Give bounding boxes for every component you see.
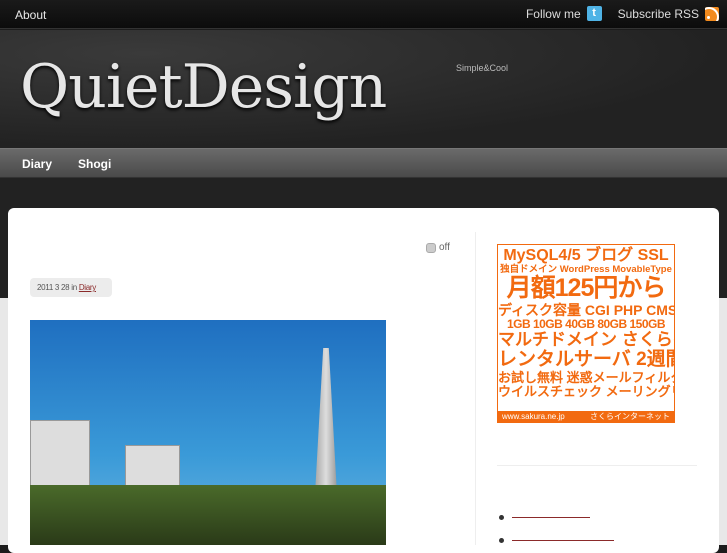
list-link[interactable] — [512, 540, 614, 541]
toggle-label: off — [439, 242, 450, 253]
twitter-icon[interactable]: t — [586, 6, 602, 21]
bullet-icon — [499, 515, 504, 520]
post-photo[interactable] — [30, 320, 386, 545]
post-in: in — [71, 283, 77, 292]
list-item[interactable] — [499, 515, 590, 520]
post-date: 2011 3 28 — [37, 283, 70, 292]
trees — [30, 485, 386, 545]
post-meta: 2011 3 28 in Diary — [30, 278, 112, 297]
ad-line: 月額125円から — [506, 274, 667, 303]
main-nav: Diary Shogi — [0, 148, 727, 178]
category-link[interactable]: Diary — [79, 283, 96, 292]
list-item[interactable] — [499, 538, 614, 543]
ad-brand: さくらインターネット — [590, 412, 670, 421]
rss-icon[interactable] — [705, 6, 719, 21]
nav-item-shogi[interactable]: Shogi — [78, 157, 111, 171]
sidebar-divider — [475, 232, 476, 545]
ad-line: お試し無料 迷惑メールフィルタ — [498, 369, 675, 385]
ad-line: ディスク容量 CGI PHP CMS — [498, 301, 675, 318]
ad-url: www.sakura.ne.jp — [502, 412, 565, 421]
sidebar-separator — [497, 465, 697, 466]
follow-me-link[interactable]: Follow me — [526, 7, 581, 21]
ad-line: レンタルサーバ 2週間 — [498, 348, 675, 370]
sakura-ad-banner[interactable]: MySQL4/5 ブログ SSL 独自ドメイン WordPress Movabl… — [497, 244, 675, 423]
ad-line: マルチドメイン さくらの — [498, 330, 675, 350]
about-link[interactable]: About — [15, 8, 46, 22]
list-link[interactable] — [512, 517, 590, 518]
site-header: QuietDesign Simple&Cool — [0, 30, 727, 148]
site-logo[interactable]: QuietDesign — [20, 52, 387, 122]
subscribe-rss-link[interactable]: Subscribe RSS — [618, 7, 699, 21]
bullet-icon — [499, 538, 504, 543]
top-bar: About Follow me t Subscribe RSS — [0, 0, 727, 29]
site-tagline: Simple&Cool — [456, 63, 509, 73]
ad-footer: www.sakura.ne.jp さくらインターネット — [498, 411, 674, 422]
toggle[interactable]: off — [426, 242, 450, 253]
nav-item-diary[interactable]: Diary — [22, 157, 52, 171]
toggle-icon — [426, 242, 436, 253]
ad-line: ウイルスチェック メーリングリスト — [498, 383, 674, 399]
ad-line: MySQL4/5 ブログ SSL — [503, 247, 669, 264]
